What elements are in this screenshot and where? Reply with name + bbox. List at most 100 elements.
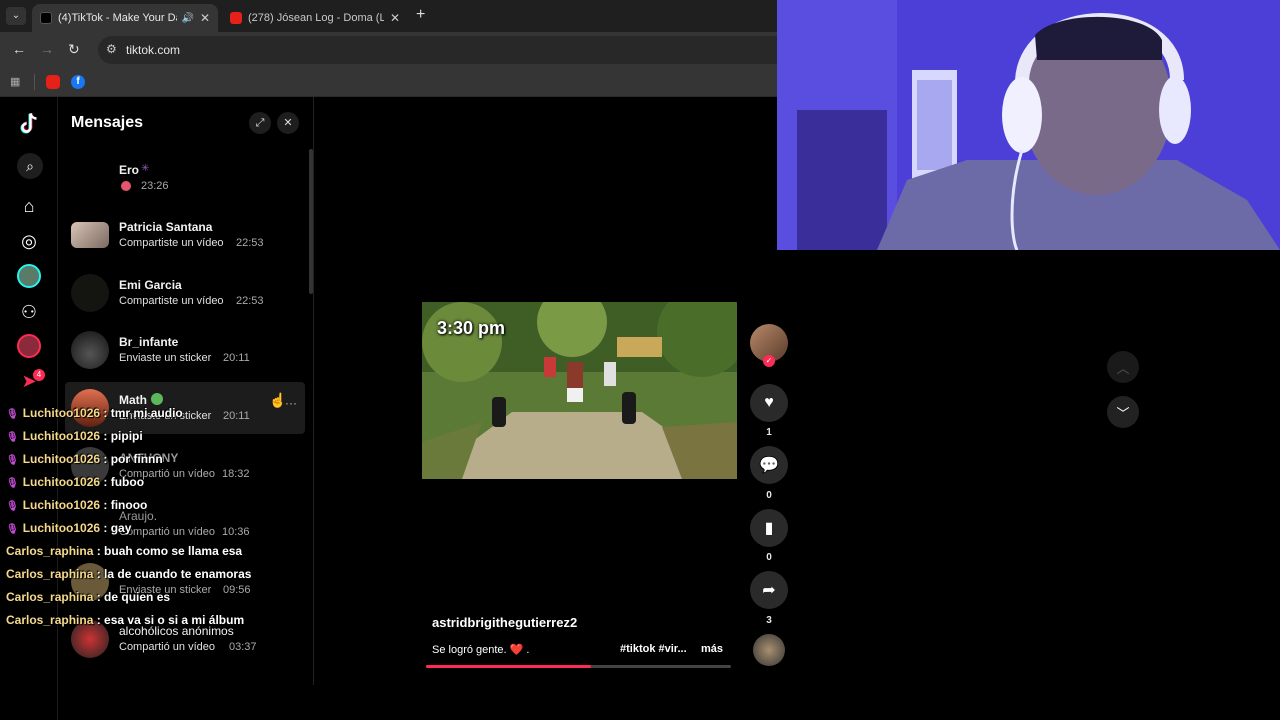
share-button[interactable]: ➦: [750, 571, 788, 609]
tab-tiktok[interactable]: (4)TikTok - Make Your Day 🔊 ✕: [32, 4, 218, 32]
chat-message: Carlos_raphina : de quien es: [6, 590, 171, 604]
conversation-time: 22:53: [236, 237, 264, 249]
conversation-time: 20:11: [223, 410, 250, 422]
chat-message: Carlos_raphina : buah como se llama esa: [6, 544, 243, 558]
bookmark-icon: ▮: [764, 520, 774, 537]
url-text: tiktok.com: [126, 43, 181, 57]
video-progress-bar[interactable]: [426, 665, 731, 668]
mic-icon: 🎙: [6, 455, 19, 466]
status-emoji-icon: [121, 181, 131, 191]
conversation-time: 18:32: [222, 468, 250, 480]
conversation-last-message: Compartió un vídeo: [119, 641, 215, 653]
mic-icon: 🎙: [6, 524, 19, 535]
chat-message: 🎙 Luchitoo1026 : por finnn: [6, 452, 163, 466]
tab-youtube[interactable]: (278) Jósean Log - Doma (Lyric ✕: [222, 4, 408, 32]
conversation-item[interactable]: Patricia Santana Compartiste un vídeo 22…: [65, 209, 305, 261]
video-player[interactable]: 3:30 pm: [422, 302, 737, 479]
speaker-icon[interactable]: 🔊: [181, 13, 193, 24]
following-avatar-icon[interactable]: [17, 264, 41, 288]
close-tab-icon[interactable]: ✕: [200, 11, 210, 25]
sound-disc-icon[interactable]: [753, 634, 785, 666]
mic-icon: 🎙: [6, 478, 19, 489]
conversation-time: 03:37: [229, 641, 257, 653]
share-icon: ➦: [762, 582, 776, 599]
scrollbar[interactable]: [309, 149, 313, 294]
mouse-cursor-icon: ☝: [269, 392, 287, 408]
conversation-time: 22:53: [236, 295, 264, 307]
reload-icon[interactable]: ↻: [68, 41, 80, 58]
chevron-up-icon: ︿: [1116, 360, 1130, 376]
conversation-item[interactable]: Ero ✳ 23:26: [65, 152, 305, 204]
forward-icon[interactable]: →: [40, 41, 54, 57]
conversation-name: Math: [119, 393, 147, 407]
expand-icon[interactable]: ⤢: [249, 112, 271, 134]
chat-message: 🎙 Luchitoo1026 : pipipi: [6, 429, 143, 443]
tab-title: (278) Jósean Log - Doma (Lyric: [248, 12, 384, 24]
like-button[interactable]: ♥: [750, 384, 788, 422]
tiktok-logo-icon[interactable]: [17, 112, 41, 136]
back-icon[interactable]: ←: [12, 41, 26, 57]
more-options-icon[interactable]: ···: [285, 396, 297, 410]
address-bar[interactable]: ⚙ tiktok.com: [98, 36, 777, 64]
inbox-badge: 4: [33, 369, 45, 381]
tab-search-button[interactable]: ⌄: [6, 7, 26, 25]
new-tab-button[interactable]: +: [416, 6, 425, 24]
bookmark-button[interactable]: ▮: [750, 509, 788, 547]
alien-emoji-icon: [151, 393, 163, 405]
conversation-name: Ero: [119, 163, 140, 177]
conversation-time: 09:56: [223, 584, 251, 596]
chat-message: 🎙 Luchitoo1026 : finooo: [6, 498, 148, 512]
video-author[interactable]: astridbrigithegutierrez2: [432, 615, 577, 630]
webcam-feed: [777, 0, 1280, 250]
conversation-last-message: Compartió un vídeo: [119, 526, 215, 538]
conversation-name: Patricia Santana: [119, 220, 213, 234]
chat-message: Carlos_raphina : esa va si o si a mi álb…: [6, 613, 245, 627]
apps-grid-icon[interactable]: ▦: [10, 75, 24, 89]
close-tab-icon[interactable]: ✕: [390, 11, 400, 25]
spider-emoji-icon: ✳: [141, 163, 150, 174]
chevron-down-icon: ﹀: [1116, 405, 1130, 421]
close-icon[interactable]: ✕: [277, 112, 299, 134]
heart-icon: ♥: [764, 394, 774, 411]
avatar: [71, 274, 109, 312]
video-hashtags[interactable]: #tiktok #vir...: [620, 643, 687, 655]
toolbar: ← → ↻ ⚙ tiktok.com: [0, 32, 777, 68]
bookmark-count: 0: [766, 552, 772, 563]
more-link[interactable]: más: [701, 643, 723, 655]
friends-icon[interactable]: ⚇: [17, 300, 41, 324]
next-video-button[interactable]: ﹀: [1107, 396, 1139, 428]
search-icon[interactable]: ⌕: [17, 153, 43, 179]
chat-message: 🎙 Luchitoo1026 : tmr mi audio: [6, 406, 183, 420]
conversation-name: Br_infante: [119, 335, 179, 349]
like-count: 1: [766, 427, 772, 438]
conversation-item[interactable]: Br_infante Enviaste un sticker 20:11: [65, 324, 305, 376]
video-overlay-time: 3:30 pm: [437, 318, 506, 338]
conversation-last-message: Enviaste un sticker: [119, 352, 212, 364]
video-caption: Se logró gente. ❤️ .: [432, 644, 530, 656]
chat-message: Carlos_raphina : la de cuando te enamora…: [6, 567, 252, 581]
conversation-time: 20:11: [223, 352, 250, 364]
follow-icon[interactable]: ✓: [763, 355, 775, 367]
youtube-bookmark-icon[interactable]: [46, 75, 60, 89]
tiktok-favicon-icon: [40, 12, 52, 24]
avatar: [71, 222, 109, 248]
home-icon[interactable]: ⌂: [17, 194, 41, 218]
tab-strip: ⌄ (4)TikTok - Make Your Day 🔊 ✕ (278) Jó…: [0, 0, 777, 32]
youtube-favicon-icon: [230, 12, 242, 24]
explore-icon[interactable]: ◎: [17, 229, 41, 253]
tab-title: (4)TikTok - Make Your Day: [58, 12, 178, 24]
live-avatar-icon[interactable]: [17, 334, 41, 358]
conversation-time: 23:26: [141, 180, 169, 192]
comment-button[interactable]: 💬: [750, 446, 788, 484]
chat-message: 🎙 Luchitoo1026 : fuboo: [6, 475, 145, 489]
comment-count: 0: [766, 490, 772, 501]
video-progress-fill: [426, 665, 591, 668]
messages-title: Mensajes: [71, 114, 144, 131]
conversation-name: Emi Garcia: [119, 278, 182, 292]
facebook-bookmark-icon[interactable]: f: [71, 75, 85, 89]
conversation-item[interactable]: Emi Garcia Compartiste un vídeo 22:53: [65, 267, 305, 319]
chat-message: 🎙 Luchitoo1026 : gay: [6, 521, 132, 535]
site-info-icon[interactable]: ⚙: [106, 42, 117, 56]
previous-video-button[interactable]: ︿: [1107, 351, 1139, 383]
webcam-image: [777, 0, 1280, 250]
